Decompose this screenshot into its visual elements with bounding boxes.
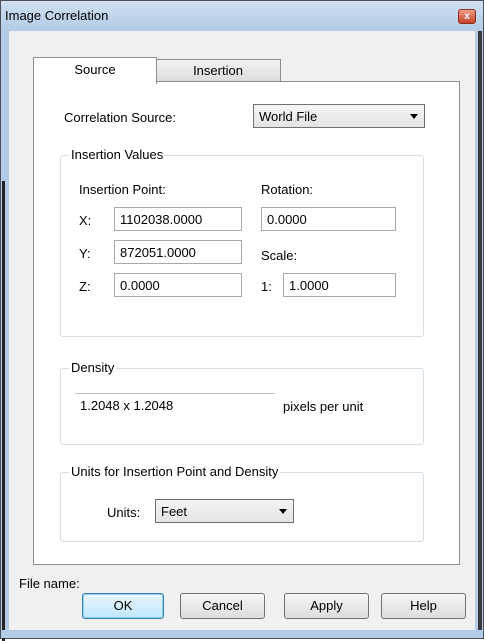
correlation-source-value: World File [259, 109, 318, 124]
file-name-label: File name: [19, 576, 80, 591]
chevron-down-icon [279, 509, 287, 514]
density-group: Density 1.2048 x 1.2048 pixels per unit [60, 360, 424, 445]
density-legend: Density [69, 360, 117, 375]
close-icon: x [464, 11, 470, 22]
units-group: Units for Insertion Point and Density Un… [60, 464, 424, 542]
z-label: Z: [79, 279, 91, 294]
image-correlation-dialog: Image Correlation x Source Insertion Cor… [0, 0, 484, 641]
density-unit-label: pixels per unit [283, 399, 364, 414]
rotation-label: Rotation: [261, 182, 314, 197]
units-select[interactable]: Feet [155, 499, 294, 523]
scale-prefix-label: 1: [261, 279, 272, 294]
source-tab-panel: Correlation Source: World File Insertion… [33, 81, 460, 565]
insertion-x-field[interactable]: 1102038.0000 [114, 207, 242, 231]
cancel-button[interactable]: Cancel [180, 593, 265, 619]
dialog-body: Source Insertion Correlation Source: Wor… [9, 31, 475, 630]
chevron-down-icon [410, 114, 418, 119]
correlation-source-select[interactable]: World File [253, 104, 425, 128]
density-field[interactable]: 1.2048 x 1.2048 [75, 393, 275, 417]
close-button[interactable]: x [458, 9, 476, 24]
dialog-title: Image Correlation [5, 8, 109, 23]
units-legend: Units for Insertion Point and Density [69, 464, 281, 479]
y-label: Y: [79, 246, 91, 261]
insertion-z-field[interactable]: 0.0000 [114, 273, 242, 297]
scale-field[interactable]: 1.0000 [283, 273, 396, 297]
correlation-source-label: Correlation Source: [64, 110, 176, 125]
window-frame-bottom [1, 630, 483, 638]
tab-insertion[interactable]: Insertion [155, 59, 281, 82]
window-frame-left [1, 31, 9, 641]
insertion-values-legend: Insertion Values [69, 147, 166, 162]
ok-button[interactable]: OK [82, 593, 164, 619]
window-frame-right [475, 31, 483, 638]
tab-source-label: Source [74, 62, 116, 77]
scale-label: Scale: [261, 248, 298, 263]
insertion-y-field[interactable]: 872051.0000 [114, 240, 242, 264]
rotation-field[interactable]: 0.0000 [261, 207, 396, 231]
help-button[interactable]: Help [381, 593, 466, 619]
title-bar[interactable]: Image Correlation x [1, 1, 483, 31]
apply-button[interactable]: Apply [284, 593, 369, 619]
units-value: Feet [161, 504, 188, 519]
units-label: Units: [107, 505, 141, 520]
tab-source[interactable]: Source [33, 57, 157, 84]
insertion-values-group: Insertion Values Insertion Point: Rotati… [60, 147, 424, 337]
insertion-point-label: Insertion Point: [79, 182, 166, 197]
tab-insertion-label: Insertion [193, 63, 243, 78]
x-label: X: [79, 213, 92, 228]
